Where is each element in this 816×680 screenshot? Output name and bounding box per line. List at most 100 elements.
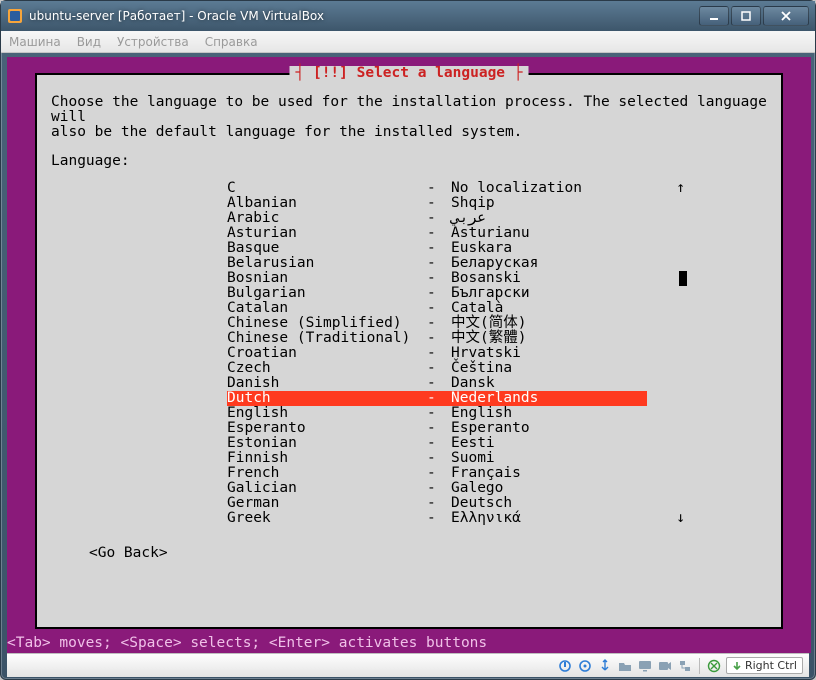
- language-name: C: [227, 181, 427, 196]
- language-native: Français: [451, 466, 647, 481]
- language-native: Ελληνικά: [451, 511, 647, 526]
- hd-activity-icon[interactable]: [557, 658, 573, 674]
- language-name: Bosnian: [227, 271, 427, 286]
- display-icon[interactable]: [637, 658, 653, 674]
- language-option[interactable]: Asturian-Asturianu: [227, 226, 647, 241]
- dialog-title: ┤ [!!] Select a language ├: [290, 66, 529, 81]
- language-name: Danish: [227, 376, 427, 391]
- dash: -: [427, 496, 451, 511]
- virtualbox-window: ubuntu-server [Работает] - Oracle VM Vir…: [0, 0, 816, 680]
- language-option[interactable]: Chinese (Traditional)-中文(繁體): [227, 331, 647, 346]
- language-option[interactable]: Chinese (Simplified)-中文(简体): [227, 316, 647, 331]
- menu-devices[interactable]: Устройства: [117, 35, 189, 49]
- cd-activity-icon[interactable]: [577, 658, 593, 674]
- scroll-thumb[interactable]: [679, 271, 687, 286]
- language-option[interactable]: Dutch-Nederlands: [227, 391, 647, 406]
- language-native: Esperanto: [451, 421, 647, 436]
- language-option[interactable]: Danish-Dansk: [227, 376, 647, 391]
- language-native: Eesti: [451, 436, 647, 451]
- menubar: Машина Вид Устройства Справка: [1, 31, 815, 53]
- language-name: Albanian: [227, 196, 427, 211]
- language-option[interactable]: French-Français: [227, 466, 647, 481]
- language-option[interactable]: Estonian-Eesti: [227, 436, 647, 451]
- language-native: Galego: [451, 481, 647, 496]
- language-native: Hrvatski: [451, 346, 647, 361]
- language-option[interactable]: Esperanto-Esperanto: [227, 421, 647, 436]
- close-button[interactable]: [763, 6, 809, 26]
- language-option[interactable]: Greek-Ελληνικά: [227, 511, 647, 526]
- language-native: Беларуская: [451, 256, 647, 271]
- arrow-down-icon: [732, 661, 742, 671]
- dash: -: [427, 346, 451, 361]
- dash: -: [427, 451, 451, 466]
- titlebar[interactable]: ubuntu-server [Работает] - Oracle VM Vir…: [1, 1, 815, 31]
- language-option[interactable]: English-English: [227, 406, 647, 421]
- statusbar: Right Ctrl: [7, 653, 809, 677]
- language-dialog: ┤ [!!] Select a language ├ Choose the la…: [35, 73, 783, 629]
- language-option[interactable]: Belarusian-Беларуская: [227, 256, 647, 271]
- language-option[interactable]: C-No localization: [227, 181, 647, 196]
- menu-machine[interactable]: Машина: [9, 35, 61, 49]
- menu-view[interactable]: Вид: [77, 35, 101, 49]
- language-label: Language:: [51, 154, 767, 169]
- usb-icon[interactable]: [597, 658, 613, 674]
- minimize-button[interactable]: [699, 6, 729, 26]
- mouse-integration-icon[interactable]: [706, 658, 722, 674]
- language-name: Asturian: [227, 226, 427, 241]
- dash: -: [427, 226, 451, 241]
- language-name: Chinese (Traditional): [227, 331, 427, 346]
- language-name: Croatian: [227, 346, 427, 361]
- menu-help[interactable]: Справка: [205, 35, 258, 49]
- language-name: Belarusian: [227, 256, 427, 271]
- dialog-prompt: Choose the language to be used for the i…: [51, 95, 767, 140]
- language-option[interactable]: Finnish-Suomi: [227, 451, 647, 466]
- dash: -: [427, 211, 451, 226]
- language-name: Greek: [227, 511, 427, 526]
- language-name: Bulgarian: [227, 286, 427, 301]
- app-icon: [7, 8, 23, 24]
- dash: -: [427, 286, 451, 301]
- hostkey-label: Right Ctrl: [745, 659, 797, 672]
- language-option[interactable]: Catalan-Català: [227, 301, 647, 316]
- dash: -: [427, 376, 451, 391]
- recording-icon[interactable]: [657, 658, 673, 674]
- dash: -: [427, 241, 451, 256]
- language-native: Deutsch: [451, 496, 647, 511]
- language-name: Arabic: [227, 211, 427, 226]
- language-name: Basque: [227, 241, 427, 256]
- help-bar: <Tab> moves; <Space> selects; <Enter> ac…: [7, 635, 487, 651]
- language-native: Euskara: [451, 241, 647, 256]
- language-native: Nederlands: [451, 391, 647, 406]
- language-option[interactable]: German-Deutsch: [227, 496, 647, 511]
- go-back-button[interactable]: <Go Back>: [89, 546, 767, 561]
- scroll-down-icon: ↓: [676, 511, 685, 526]
- language-native: English: [451, 406, 647, 421]
- language-option[interactable]: Czech-Čeština: [227, 361, 647, 376]
- language-option[interactable]: Basque-Euskara: [227, 241, 647, 256]
- dash: -: [427, 466, 451, 481]
- scroll-up-icon: ↑: [676, 181, 685, 196]
- language-native: Asturianu: [451, 226, 647, 241]
- dash: -: [427, 361, 451, 376]
- dash: -: [427, 181, 451, 196]
- language-native: عربي: [451, 211, 647, 226]
- shared-folders-icon[interactable]: [617, 658, 633, 674]
- language-native: Suomi: [451, 451, 647, 466]
- window-title: ubuntu-server [Работает] - Oracle VM Vir…: [29, 9, 699, 23]
- language-option[interactable]: Croatian-Hrvatski: [227, 346, 647, 361]
- language-list[interactable]: ↑ ↓ C-No localizationAlbanian-ShqipArabi…: [227, 181, 647, 526]
- dash: -: [427, 301, 451, 316]
- dash: -: [427, 421, 451, 436]
- language-name: Czech: [227, 361, 427, 376]
- language-option[interactable]: Bulgarian-Български: [227, 286, 647, 301]
- language-option[interactable]: Bosnian-Bosanski: [227, 271, 647, 286]
- language-native: Català: [451, 301, 647, 316]
- language-option[interactable]: Arabic-عربي: [227, 211, 647, 226]
- maximize-button[interactable]: [731, 6, 761, 26]
- language-option[interactable]: Galician-Galego: [227, 481, 647, 496]
- hostkey-indicator[interactable]: Right Ctrl: [726, 657, 803, 674]
- status-separator: [699, 658, 700, 674]
- language-option[interactable]: Albanian-Shqip: [227, 196, 647, 211]
- network-icon[interactable]: [677, 658, 693, 674]
- vm-framebuffer[interactable]: ┤ [!!] Select a language ├ Choose the la…: [7, 57, 811, 653]
